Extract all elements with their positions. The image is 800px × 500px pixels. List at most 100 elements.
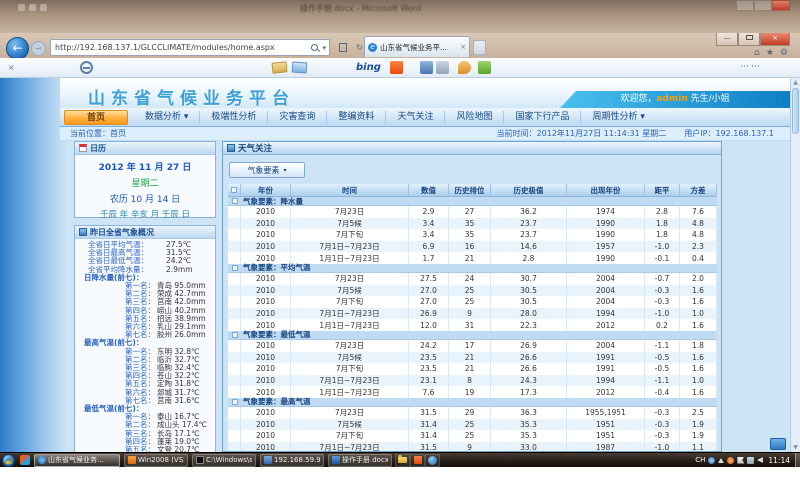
cell: 7.6: [680, 206, 717, 218]
explorer-folder-icon[interactable]: [395, 454, 410, 467]
data-row-0-3[interactable]: 20107月1日~7月23日6.91614.61957-1.02.3: [228, 241, 717, 253]
volume-icon[interactable]: [757, 457, 763, 463]
cell: 36.2: [491, 206, 567, 218]
nav-item-7[interactable]: 国家下行产品: [503, 111, 580, 124]
addon-orange-icon[interactable]: [390, 61, 403, 74]
data-row-0-1[interactable]: 20107月5候3.43523.719901.84.8: [228, 218, 717, 230]
forward-button[interactable]: →: [31, 41, 46, 56]
action-center-flag-icon[interactable]: [737, 457, 744, 464]
scrollbar-thumb[interactable]: [792, 88, 799, 134]
data-row-1-0[interactable]: 20107月23日27.52430.72004-0.72.0: [228, 273, 717, 285]
tools-gear-icon[interactable]: ⚙: [780, 48, 788, 58]
new-tab-button[interactable]: [473, 40, 486, 55]
nav-item-4[interactable]: 整编资料: [326, 111, 385, 124]
cell: 7月5候: [291, 285, 409, 297]
minimize-button[interactable]: —: [716, 33, 738, 46]
toolbar-overflow-icon[interactable]: ⋯⋯: [740, 62, 762, 72]
media-player-icon[interactable]: [425, 454, 440, 467]
addon-mail-icon[interactable]: [292, 61, 308, 73]
data-row-3-2[interactable]: 20107月下旬31.42535.31951-0.31.9: [228, 430, 717, 442]
nav-item-2[interactable]: 极端性分析: [199, 111, 267, 124]
row-select-cell: [228, 273, 241, 285]
element-dropdown-button[interactable]: 气象要素▾: [229, 162, 305, 178]
show-hidden-icons[interactable]: [718, 458, 724, 463]
addon-bird-icon[interactable]: [458, 61, 471, 74]
tab-title[interactable]: 山东省气候业务平...: [380, 42, 457, 53]
floating-widget[interactable]: [770, 438, 786, 450]
cell: 31.4: [409, 419, 449, 431]
nav-item-1[interactable]: 数据分析 ▾: [134, 111, 199, 124]
group-row-2[interactable]: 气象要素：最低气温: [228, 331, 717, 340]
network-icon[interactable]: [747, 457, 754, 464]
cell: 31.4: [409, 430, 449, 442]
data-row-2-0[interactable]: 20107月23日24.21726.92004-1.11.8: [228, 340, 717, 352]
cell: -0.3: [645, 296, 680, 308]
addon-card-icon[interactable]: [271, 61, 287, 74]
show-desktop-button[interactable]: [795, 453, 800, 468]
url-text[interactable]: http://192.168.137.1/GLCCLIMATE/modules/…: [51, 43, 310, 52]
data-row-3-3[interactable]: 20107月1日~7月23日31.5933.01987-1.01.1: [228, 442, 717, 452]
nav-item-5[interactable]: 天气关注: [385, 111, 444, 124]
background-window-title: 操作手册.docx - Microsoft Word: [300, 3, 421, 14]
data-row-3-0[interactable]: 20107月23日31.52936.31955,1951-0.32.5: [228, 407, 717, 419]
column-header-5: 出现年份: [567, 184, 645, 196]
taskbar-clock[interactable]: 11:14: [768, 456, 790, 465]
bing-logo[interactable]: bing: [356, 62, 381, 73]
weather-overview-panel: 昨日全省气象概况 全省日平均气温：27.5℃全省日最高气温：31.5℃全省日最低…: [74, 225, 216, 452]
maximize-button[interactable]: [738, 33, 760, 46]
nav-item-3[interactable]: 灾害查询: [267, 111, 326, 124]
data-row-1-3[interactable]: 20107月1日~7月23日26.9928.01994-1.01.0: [228, 308, 717, 320]
address-bar[interactable]: http://192.168.137.1/GLCCLIMATE/modules/…: [50, 39, 330, 56]
taskbar-item-2[interactable]: C:\Windows\s...: [192, 454, 256, 467]
data-row-0-0[interactable]: 20107月23日2.92736.219742.87.6: [228, 206, 717, 218]
cell: 14.6: [491, 241, 567, 253]
start-button[interactable]: [2, 454, 15, 467]
taskbar-item-3[interactable]: 192.168.59.99...: [260, 454, 324, 467]
back-button[interactable]: ←: [6, 37, 29, 60]
rank-value: 胶州 26.0mm: [157, 331, 206, 339]
compatibility-view-icon[interactable]: [334, 39, 351, 56]
search-icon[interactable]: [310, 43, 320, 53]
data-row-1-1[interactable]: 20107月5候27.02530.52004-0.31.6: [228, 285, 717, 297]
nav-item-0[interactable]: 首页: [64, 110, 128, 125]
taskbar-item-label: 192.168.59.99...: [274, 456, 320, 464]
taskbar-item-1[interactable]: Win2008 (VS2...: [124, 454, 188, 467]
quick-launch-icon[interactable]: [20, 455, 30, 465]
addon-capture-icon[interactable]: [420, 61, 433, 74]
tab-close-icon[interactable]: ×: [460, 43, 466, 51]
data-row-3-1[interactable]: 20107月5候31.42535.31951-0.31.9: [228, 419, 717, 431]
data-row-0-2[interactable]: 20107月下旬3.43523.719901.84.8: [228, 229, 717, 241]
home-icon[interactable]: ⌂: [754, 48, 760, 58]
calendar-panel-title: 日历: [90, 143, 106, 154]
orange-app-icon[interactable]: [410, 454, 425, 467]
scroll-up-icon[interactable]: ▲: [791, 78, 800, 87]
browser-tab[interactable]: e 山东省气候业务平... ×: [364, 36, 470, 57]
favorites-icon[interactable]: ★: [766, 48, 774, 58]
search-dropdown-icon[interactable]: ▾: [322, 44, 326, 52]
tray-fox-icon[interactable]: [727, 457, 734, 464]
language-indicator[interactable]: CH: [695, 456, 705, 464]
scroll-down-icon[interactable]: ▼: [791, 443, 800, 452]
cell: 7月1日~7月23日: [291, 241, 409, 253]
data-row-1-2[interactable]: 20107月下旬27.02530.52004-0.31.6: [228, 296, 717, 308]
vertical-scrollbar[interactable]: ▲ ▼: [790, 78, 800, 452]
data-row-2-2[interactable]: 20107月下旬23.52126.61991-0.51.6: [228, 363, 717, 375]
nav-item-8[interactable]: 周期性分析 ▾: [580, 111, 655, 124]
addon-camera-icon[interactable]: [436, 61, 449, 74]
cell: 2004: [567, 273, 645, 285]
background-window-quick-access: [18, 4, 47, 11]
taskbar-item-4[interactable]: 操作手册.docx ...: [328, 454, 392, 467]
addon-puzzle-icon[interactable]: [478, 61, 491, 74]
data-row-2-3[interactable]: 20107月1日~7月23日23.1824.31994-1.11.0: [228, 375, 717, 387]
group-row-1[interactable]: 气象要素：平均气温: [228, 264, 717, 273]
nav-item-6[interactable]: 风险地图: [444, 111, 503, 124]
cell: 2.3: [680, 241, 717, 253]
toolbar-close-icon[interactable]: ×: [8, 63, 15, 72]
group-row-3[interactable]: 气象要素：最高气温: [228, 398, 717, 407]
group-row-0[interactable]: 气象要素：降水量: [228, 197, 717, 206]
taskbar-item-0[interactable]: 山东省气候业务...: [34, 454, 120, 467]
data-row-2-1[interactable]: 20107月5候23.52126.61991-0.51.6: [228, 352, 717, 364]
cell: 26.9: [409, 308, 449, 320]
tray-app-icon[interactable]: [708, 457, 715, 464]
close-button[interactable]: ×: [760, 33, 790, 46]
